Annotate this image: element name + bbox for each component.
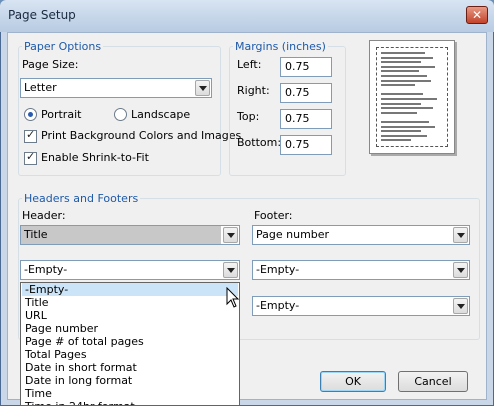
chevron-down-icon[interactable] bbox=[453, 298, 468, 314]
margin-right-input[interactable]: 0.75 bbox=[280, 83, 332, 103]
preview-text-line bbox=[381, 70, 419, 73]
dropdown-option[interactable]: URL bbox=[25, 309, 47, 322]
footer-select-1[interactable]: Page number bbox=[252, 225, 470, 245]
header-select-2[interactable]: -Empty- bbox=[20, 260, 240, 280]
dropdown-option[interactable]: Time bbox=[25, 387, 52, 400]
dropdown-option[interactable]: Time in 24hr format bbox=[25, 400, 135, 405]
preview-text-line bbox=[381, 107, 433, 110]
preview-text-line bbox=[381, 65, 435, 68]
header-select-1-value: Title bbox=[21, 226, 221, 244]
page-size-label: Page Size: bbox=[22, 58, 79, 71]
window-title: Page Setup bbox=[8, 8, 76, 22]
preview-text-line bbox=[381, 84, 415, 87]
margin-left-input[interactable]: 0.75 bbox=[280, 57, 332, 77]
preview-text-line bbox=[381, 125, 435, 128]
footer-select-1-value: Page number bbox=[256, 228, 330, 241]
cancel-button[interactable]: Cancel bbox=[398, 371, 468, 392]
dropdown-option[interactable]: Date in long format bbox=[25, 374, 132, 387]
footer-select-3[interactable]: -Empty- bbox=[252, 296, 470, 316]
preview-text-line bbox=[381, 52, 425, 54]
footer-label: Footer: bbox=[254, 209, 293, 222]
preview-text-line bbox=[381, 61, 421, 64]
preview-text-line bbox=[381, 93, 423, 96]
preview-text-line bbox=[381, 130, 421, 133]
shrink-to-fit-label[interactable]: Enable Shrink-to-Fit bbox=[41, 151, 149, 164]
preview-text-line bbox=[381, 98, 437, 100]
chevron-down-icon[interactable] bbox=[223, 262, 238, 278]
margin-top-input[interactable]: 0.75 bbox=[280, 109, 332, 129]
dropdown-option[interactable]: -Empty- bbox=[22, 283, 238, 296]
portrait-label[interactable]: Portrait bbox=[41, 108, 81, 121]
margin-left-label: Left: bbox=[237, 58, 262, 71]
landscape-radio[interactable] bbox=[114, 108, 127, 121]
close-button[interactable]: ✕ bbox=[466, 6, 488, 24]
dropdown-option[interactable]: Title bbox=[25, 296, 49, 309]
margin-top-label: Top: bbox=[237, 110, 260, 123]
shrink-to-fit-checkbox[interactable] bbox=[24, 150, 37, 165]
margins-legend: Margins (inches) bbox=[233, 40, 328, 53]
print-background-checkbox[interactable] bbox=[24, 128, 37, 143]
ok-button[interactable]: OK bbox=[320, 371, 386, 392]
preview-text-line bbox=[381, 134, 427, 137]
header-dropdown-list[interactable]: -Empty- Title URL Page number Page # of tota… bbox=[20, 282, 240, 406]
preview-text-line bbox=[381, 139, 411, 142]
page-size-select[interactable]: Letter bbox=[20, 78, 212, 98]
page-size-value: Letter bbox=[24, 81, 57, 94]
footer-select-3-value: -Empty- bbox=[256, 299, 300, 312]
chevron-down-icon[interactable] bbox=[453, 227, 468, 243]
mouse-pointer-icon bbox=[226, 287, 240, 308]
preview-text-line bbox=[381, 121, 429, 123]
dropdown-option[interactable]: Date in short format bbox=[25, 361, 137, 374]
preview-text-line bbox=[381, 56, 433, 59]
chevron-down-icon[interactable] bbox=[223, 227, 238, 243]
footer-select-2-value: -Empty- bbox=[256, 263, 300, 276]
page-preview bbox=[369, 40, 455, 154]
print-background-label[interactable]: Print Background Colors and Images bbox=[41, 129, 241, 142]
header-label: Header: bbox=[22, 209, 66, 222]
preview-text-line bbox=[381, 102, 421, 105]
dropdown-option[interactable]: Page number bbox=[25, 322, 98, 335]
paper-options-legend: Paper Options bbox=[22, 40, 104, 53]
dropdown-option[interactable]: Total Pages bbox=[25, 348, 87, 361]
preview-text-line bbox=[381, 75, 427, 77]
footer-select-2[interactable]: -Empty- bbox=[252, 260, 470, 280]
headers-footers-legend: Headers and Footers bbox=[22, 192, 141, 205]
header-select-2-value: -Empty- bbox=[24, 263, 68, 276]
margin-bottom-label: Bottom: bbox=[237, 136, 282, 149]
dropdown-option[interactable]: Page # of total pages bbox=[25, 335, 144, 348]
margin-right-label: Right: bbox=[237, 84, 270, 97]
chevron-down-icon[interactable] bbox=[195, 80, 210, 96]
landscape-label[interactable]: Landscape bbox=[131, 108, 190, 121]
chevron-down-icon[interactable] bbox=[453, 262, 468, 278]
header-select-1[interactable]: Title bbox=[20, 225, 240, 245]
margin-bottom-input[interactable]: 0.75 bbox=[280, 135, 332, 155]
preview-text-line bbox=[381, 111, 417, 114]
preview-margin-box bbox=[376, 47, 448, 147]
portrait-radio[interactable] bbox=[24, 108, 37, 121]
preview-text-line bbox=[381, 79, 431, 82]
